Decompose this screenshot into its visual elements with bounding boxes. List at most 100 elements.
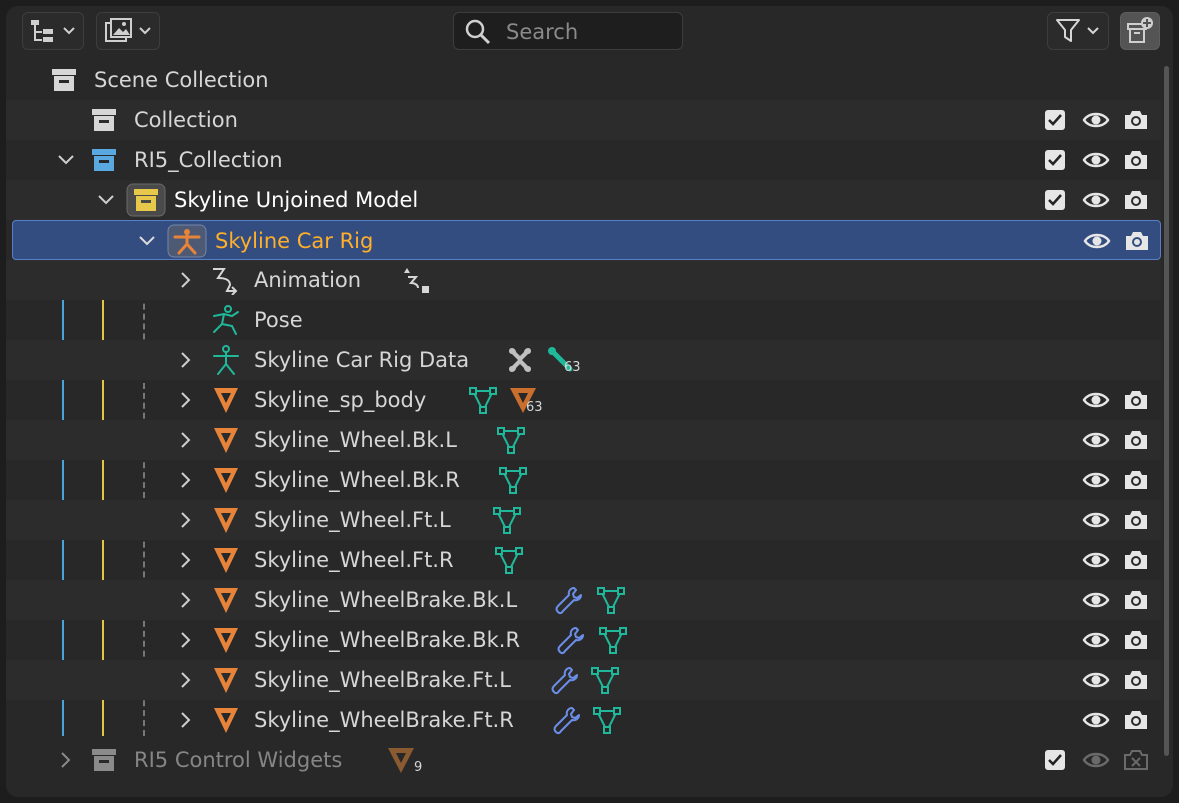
mesh-object-icon	[212, 700, 240, 740]
tree-row-skyline-wheelbrake-ft-l[interactable]: Skyline_WheelBrake.Ft.L	[6, 660, 1161, 700]
tree-row-animation[interactable]: Animation	[6, 260, 1161, 300]
tree-row-skyline-wheel-bk-r[interactable]: Skyline_Wheel.Bk.R	[6, 460, 1161, 500]
tree-row-skyline-wheel-bk-l[interactable]: Skyline_Wheel.Bk.L	[6, 420, 1161, 460]
chevron-right-icon[interactable]	[56, 740, 76, 780]
camera-icon[interactable]	[1122, 620, 1150, 660]
search-input[interactable]	[504, 17, 678, 47]
camera-icon[interactable]	[1122, 660, 1150, 700]
eye-icon[interactable]	[1082, 140, 1110, 180]
chevron-right-icon[interactable]	[176, 500, 196, 540]
mesh-object-icon	[212, 660, 240, 700]
collection-icon-blue	[90, 140, 118, 180]
camera-icon[interactable]	[1122, 540, 1150, 580]
eye-icon[interactable]	[1082, 740, 1110, 780]
tree-row-skyline-unjoined-model[interactable]: Skyline Unjoined Model	[6, 180, 1161, 220]
mesh-object-icon	[212, 580, 240, 620]
mesh-object-icon	[386, 740, 416, 780]
row-label: Pose	[254, 308, 303, 332]
camera-icon[interactable]	[1122, 100, 1150, 140]
exclude-checkbox[interactable]	[1044, 100, 1066, 140]
camera-icon[interactable]	[1122, 180, 1150, 220]
row-label: Skyline_Wheel.Ft.R	[254, 548, 454, 572]
camera-disabled-icon[interactable]	[1122, 740, 1150, 780]
tree-row-skyline-sp-body[interactable]: Skyline_sp_body 63	[6, 380, 1161, 420]
eye-icon[interactable]	[1082, 620, 1110, 660]
exclude-checkbox[interactable]	[1044, 140, 1066, 180]
tree-row-skyline-wheel-ft-r[interactable]: Skyline_Wheel.Ft.R	[6, 540, 1161, 580]
tree-row-collection[interactable]: Collection	[6, 100, 1161, 140]
chevron-down-icon[interactable]	[96, 180, 116, 220]
mesh-object-icon	[212, 620, 240, 660]
tree-row-scene-collection[interactable]: Scene Collection	[6, 60, 1161, 100]
chevron-down-icon[interactable]	[56, 140, 76, 180]
row-label: Skyline_WheelBrake.Bk.R	[254, 628, 521, 652]
eye-icon[interactable]	[1082, 380, 1110, 420]
new-collection-button[interactable]	[1120, 12, 1160, 50]
modifier-wrench-icon	[550, 660, 580, 700]
tree-row-skyline-car-rig-data[interactable]: Skyline Car Rig Data 63	[6, 340, 1161, 380]
filter-dropdown[interactable]	[1047, 12, 1109, 50]
tree-row-pose[interactable]: Pose	[6, 300, 1161, 340]
chevron-right-icon[interactable]	[176, 620, 196, 660]
modifier-wrench-icon	[552, 700, 582, 740]
camera-icon[interactable]	[1122, 700, 1150, 740]
camera-icon[interactable]	[1122, 460, 1150, 500]
chevron-right-icon[interactable]	[176, 540, 196, 580]
search-field[interactable]	[453, 12, 683, 50]
eye-icon[interactable]	[1083, 221, 1111, 261]
chevron-right-icon[interactable]	[176, 580, 196, 620]
tree-row-ri5-collection[interactable]: RI5_Collection	[6, 140, 1161, 180]
camera-icon[interactable]	[1122, 140, 1150, 180]
chevron-right-icon[interactable]	[176, 340, 196, 380]
modifier-wrench-icon	[556, 620, 586, 660]
row-label: Animation	[254, 268, 362, 292]
row-label: Collection	[134, 108, 238, 132]
chevron-right-icon[interactable]	[176, 700, 196, 740]
tree-row-skyline-wheelbrake-bk-r[interactable]: Skyline_WheelBrake.Bk.R	[6, 620, 1161, 660]
eye-icon[interactable]	[1082, 100, 1110, 140]
chevron-right-icon[interactable]	[176, 660, 196, 700]
mesh-data-icon	[592, 700, 622, 740]
armature-icon	[167, 221, 207, 261]
chevron-down-icon[interactable]	[137, 221, 157, 261]
new-collection-icon	[1127, 17, 1153, 43]
tree-row-skyline-car-rig[interactable]: Skyline Car Rig	[12, 220, 1161, 260]
tree-row-skyline-wheel-ft-l[interactable]: Skyline_Wheel.Ft.L	[6, 500, 1161, 540]
child-count-badge: 63	[526, 400, 543, 415]
action-data-icon	[400, 260, 430, 300]
modifier-wrench-icon	[554, 580, 584, 620]
tree-row-skyline-wheelbrake-bk-l[interactable]: Skyline_WheelBrake.Bk.L	[6, 580, 1161, 620]
eye-icon[interactable]	[1082, 580, 1110, 620]
tree-row-ri5-control-widgets[interactable]: RI5 Control Widgets 9	[6, 740, 1161, 780]
tree-row-skyline-wheelbrake-ft-r[interactable]: Skyline_WheelBrake.Ft.R	[6, 700, 1161, 740]
camera-icon[interactable]	[1122, 580, 1150, 620]
vertical-scrollbar[interactable]	[1164, 66, 1169, 756]
eye-icon[interactable]	[1082, 540, 1110, 580]
row-label: Skyline Car Rig	[215, 229, 374, 253]
eye-icon[interactable]	[1082, 180, 1110, 220]
bone-group-icon	[504, 340, 536, 380]
chevron-right-icon[interactable]	[176, 260, 196, 300]
camera-icon[interactable]	[1122, 380, 1150, 420]
collection-icon	[90, 100, 118, 140]
row-label: Skyline_WheelBrake.Ft.L	[254, 668, 511, 692]
eye-icon[interactable]	[1082, 500, 1110, 540]
chevron-right-icon[interactable]	[176, 380, 196, 420]
pose-icon	[210, 300, 242, 340]
chevron-right-icon[interactable]	[176, 460, 196, 500]
mesh-data-icon	[468, 380, 498, 420]
filter-scene-dropdown[interactable]	[96, 12, 160, 50]
eye-icon[interactable]	[1082, 660, 1110, 700]
exclude-checkbox[interactable]	[1044, 740, 1066, 780]
chevron-right-icon[interactable]	[176, 420, 196, 460]
eye-icon[interactable]	[1082, 700, 1110, 740]
eye-icon[interactable]	[1082, 460, 1110, 500]
camera-icon[interactable]	[1122, 500, 1150, 540]
display-mode-dropdown[interactable]	[22, 12, 84, 50]
camera-icon[interactable]	[1122, 420, 1150, 460]
exclude-checkbox[interactable]	[1044, 180, 1066, 220]
eye-icon[interactable]	[1082, 420, 1110, 460]
camera-icon[interactable]	[1123, 221, 1151, 261]
row-label: Skyline Unjoined Model	[174, 188, 419, 212]
row-label: Skyline_WheelBrake.Bk.L	[254, 588, 518, 612]
